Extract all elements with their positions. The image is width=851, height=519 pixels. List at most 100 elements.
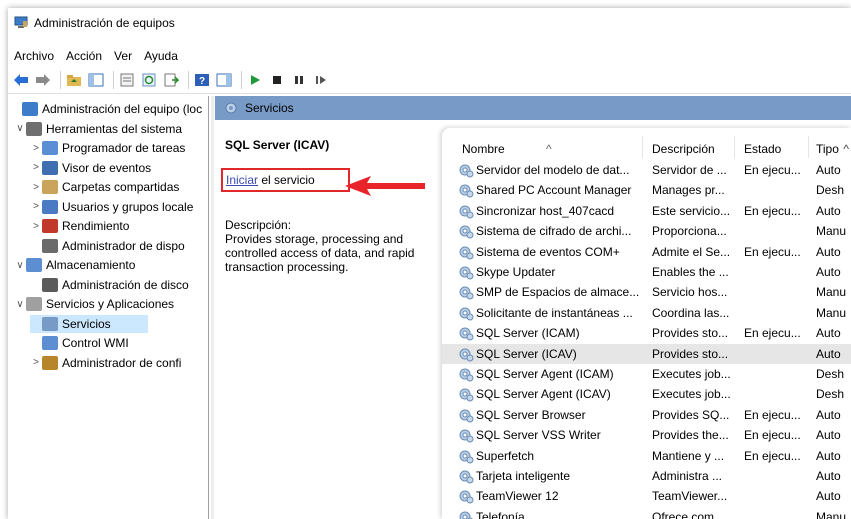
column-separator[interactable] bbox=[734, 136, 735, 158]
table-row[interactable]: Superfetch Mantiene y ... En ejecu... Auto bbox=[442, 446, 851, 466]
menu-accion[interactable]: Acción bbox=[60, 49, 108, 63]
table-row[interactable]: SQL Server VSS Writer Provides the... En e… bbox=[442, 425, 851, 445]
expanded-chevron-icon[interactable]: ∨ bbox=[14, 260, 26, 271]
forward-arrow-icon[interactable] bbox=[34, 71, 52, 89]
table-row[interactable]: Telefonía Ofrece com... Manu bbox=[442, 507, 851, 519]
collapsed-chevron-icon[interactable]: > bbox=[30, 221, 42, 232]
start-service-icon[interactable] bbox=[246, 71, 264, 89]
column-header-tipo[interactable]: Tipo bbox=[816, 142, 839, 156]
properties-icon[interactable] bbox=[118, 71, 136, 89]
services-list: ^ Nombre Descripción Estado Tipo ^ Servi… bbox=[442, 128, 851, 519]
tree-node-icon bbox=[42, 180, 58, 194]
menu-bar: Archivo Acción Ver Ayuda bbox=[8, 46, 184, 66]
refresh-icon[interactable] bbox=[140, 71, 158, 89]
expanded-chevron-icon[interactable]: ∨ bbox=[14, 123, 26, 134]
service-gear-icon bbox=[459, 266, 474, 280]
tree-node[interactable]: > Visor de eventos bbox=[30, 159, 151, 177]
tree-node-icon bbox=[42, 355, 58, 370]
stop-service-icon[interactable] bbox=[268, 71, 286, 89]
tree-node-icon bbox=[42, 160, 58, 175]
table-row[interactable]: TeamViewer 12 TeamViewer... Auto bbox=[442, 486, 851, 506]
tree-node[interactable]: > Rendimiento bbox=[30, 217, 129, 235]
tree-node[interactable]: Administración de disco bbox=[30, 276, 189, 294]
up-folder-icon[interactable] bbox=[65, 71, 83, 89]
service-gear-icon bbox=[459, 205, 474, 219]
column-header-descripcion[interactable]: Descripción bbox=[652, 142, 715, 156]
help-icon[interactable]: ? bbox=[193, 71, 211, 89]
column-separator[interactable] bbox=[808, 136, 809, 158]
pane-splitter[interactable] bbox=[211, 96, 214, 519]
service-description: TeamViewer... bbox=[652, 489, 728, 504]
service-name: Shared PC Account Manager bbox=[476, 183, 632, 198]
collapsed-chevron-icon[interactable]: > bbox=[30, 201, 42, 212]
service-description: Este servicio... bbox=[652, 203, 731, 218]
start-service-link[interactable]: Iniciar bbox=[226, 173, 258, 187]
tree-node[interactable]: Administración del equipo (loc bbox=[10, 100, 202, 118]
tree-node-icon bbox=[26, 121, 42, 136]
table-row[interactable]: SQL Server (ICAV) Provides sto... Auto bbox=[442, 343, 851, 364]
tree-node[interactable]: ∨ Herramientas del sistema bbox=[14, 120, 182, 138]
column-header-estado[interactable]: Estado bbox=[744, 142, 781, 156]
export-list-icon[interactable] bbox=[162, 71, 180, 89]
tree-node[interactable]: Administrador de dispo bbox=[30, 237, 185, 255]
show-hide-tree-icon[interactable] bbox=[87, 71, 105, 89]
table-row[interactable]: Shared PC Account Manager Manages pr... De… bbox=[442, 180, 851, 200]
table-row[interactable]: SQL Server Agent (ICAV) Executes job... De… bbox=[442, 384, 851, 404]
show-action-pane-icon[interactable] bbox=[215, 71, 233, 89]
table-row[interactable]: Sincronizar host_407cacd Este servicio...… bbox=[442, 201, 851, 221]
collapsed-chevron-icon[interactable]: > bbox=[30, 162, 42, 173]
table-row[interactable]: SQL Server Agent (ICAM) Executes job... De… bbox=[442, 364, 851, 384]
description-label: Descripción: bbox=[225, 218, 292, 232]
expanded-chevron-icon[interactable]: ∨ bbox=[14, 299, 26, 310]
service-name: Tarjeta inteligente bbox=[476, 469, 571, 483]
collapsed-chevron-icon[interactable]: > bbox=[30, 143, 42, 154]
column-header-nombre[interactable]: Nombre bbox=[462, 142, 505, 156]
tree-node-label: Administrador de confi bbox=[62, 355, 182, 370]
tree-node-label: Administración de disco bbox=[62, 277, 189, 292]
table-row[interactable]: Tarjeta inteligente Administra ... Auto bbox=[442, 466, 851, 486]
column-separator[interactable] bbox=[642, 136, 643, 158]
table-row[interactable]: Solicitante de instantáneas ... Coordina … bbox=[442, 303, 851, 323]
table-row[interactable]: SQL Server (ICAM) Provides sto... En ejecu… bbox=[442, 323, 851, 343]
tree-node[interactable]: > Administrador de confi bbox=[30, 354, 181, 372]
service-gear-icon bbox=[459, 307, 474, 321]
service-status: En ejecu... bbox=[744, 428, 801, 443]
table-row[interactable]: Sistema de eventos COM+ Admite el Se... En… bbox=[442, 242, 851, 262]
menu-ayuda[interactable]: Ayuda bbox=[138, 49, 184, 63]
table-row[interactable]: Sistema de cifrado de archi... Proporcion… bbox=[442, 221, 851, 241]
toolbar-separator bbox=[113, 71, 114, 89]
table-row[interactable]: Servidor del modelo de dat... Servidor de… bbox=[442, 160, 851, 180]
collapsed-chevron-icon[interactable]: > bbox=[30, 357, 42, 368]
menu-ver[interactable]: Ver bbox=[108, 49, 138, 63]
service-startup-type: Desh bbox=[816, 387, 845, 402]
menu-archivo[interactable]: Archivo bbox=[8, 49, 60, 63]
tree-node[interactable]: > Carpetas compartidas bbox=[30, 178, 179, 196]
tree-node[interactable]: ∨ Almacenamiento bbox=[14, 256, 135, 274]
console-tree: Administración del equipo (loc ∨ Herramien… bbox=[8, 96, 209, 519]
collapsed-chevron-icon[interactable]: > bbox=[30, 182, 42, 193]
tree-node[interactable]: > Usuarios y grupos locale bbox=[30, 198, 193, 216]
service-startup-type: Manu bbox=[816, 509, 847, 519]
tree-node-icon bbox=[22, 102, 38, 116]
tree-node[interactable]: Control WMI bbox=[30, 334, 129, 352]
tree-node[interactable]: Servicios bbox=[30, 314, 148, 333]
service-name: SQL Server Agent (ICAM) bbox=[476, 367, 614, 381]
resume-service-icon[interactable] bbox=[312, 71, 330, 89]
sort-ascending-icon: ^ bbox=[546, 142, 552, 156]
services-header-label: Servicios bbox=[245, 101, 294, 115]
back-arrow-icon[interactable] bbox=[12, 71, 30, 89]
service-description: Manages pr... bbox=[652, 183, 725, 198]
scroll-up-icon[interactable]: ^ bbox=[843, 142, 849, 156]
tree-node[interactable]: > Programador de tareas bbox=[30, 139, 185, 157]
table-row[interactable]: SQL Server Browser Provides SQ... En ejecu… bbox=[442, 405, 851, 425]
service-gear-icon bbox=[459, 368, 474, 382]
tree-node[interactable]: ∨ Servicios y Aplicaciones bbox=[14, 295, 174, 313]
tree-node-icon bbox=[42, 316, 58, 331]
service-description: Admite el Se... bbox=[652, 244, 731, 259]
service-name: Sincronizar host_407cacd bbox=[476, 203, 615, 218]
computer-management-window: Administración de equipos Archivo Acción… bbox=[8, 8, 851, 519]
service-status: En ejecu... bbox=[744, 163, 801, 177]
table-row[interactable]: Skype Updater Enables the ... Auto bbox=[442, 262, 851, 282]
table-row[interactable]: SMP de Espacios de almace... Servicio hos… bbox=[442, 282, 851, 302]
pause-service-icon[interactable] bbox=[290, 71, 308, 89]
